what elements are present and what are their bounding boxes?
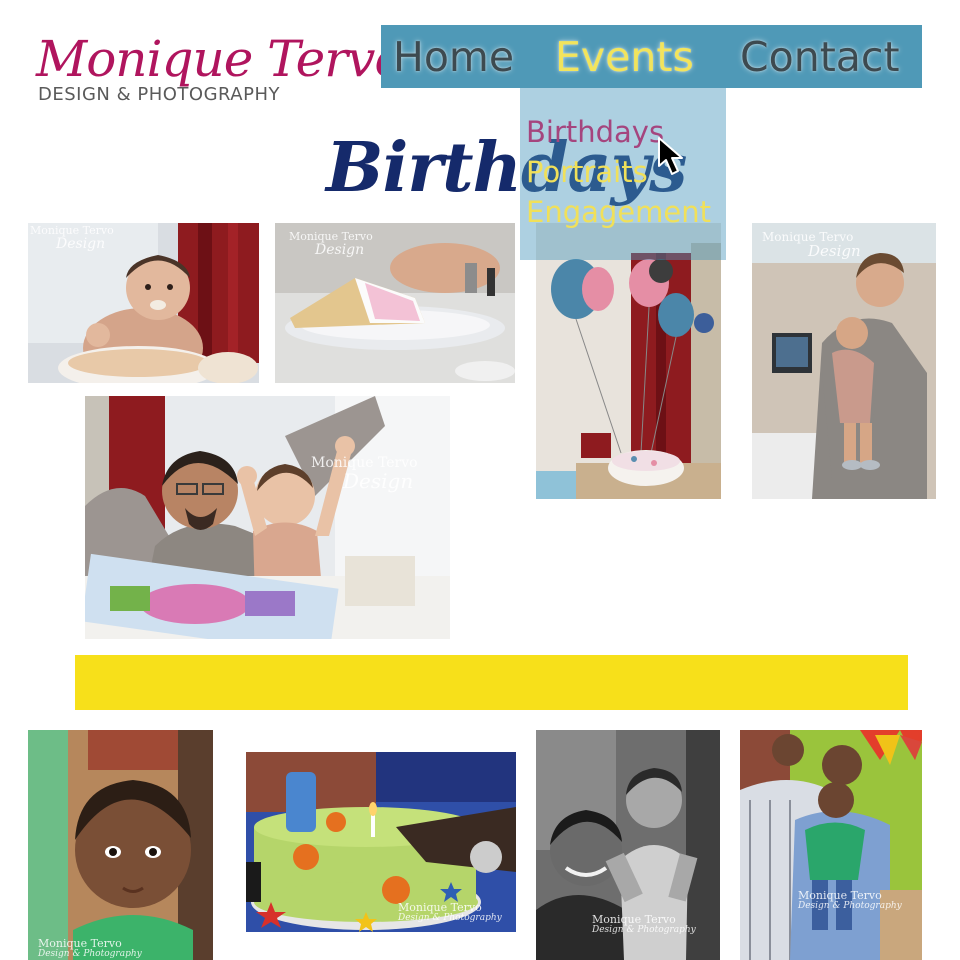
photo-man-and-girl-arms-up[interactable]: Monique Tervo Design (85, 396, 450, 639)
photo-balloons-cake-table[interactable] (536, 223, 721, 499)
photo-boy-portrait[interactable]: Monique Tervo Design & Photography (28, 730, 213, 960)
photo-watermark: Monique Tervo Design & Photography (798, 889, 902, 911)
photo-watermark: Monique Tervo Design (30, 224, 114, 252)
photo-dad-carrying-boy[interactable]: Monique Tervo Design & Photography (740, 730, 922, 960)
dropdown-item-birthdays[interactable]: Birthdays (526, 114, 664, 150)
photo-mother-and-boy-bw[interactable]: Monique Tervo Design & Photography (536, 730, 720, 960)
photo-watermark: Monique Tervo Design & Photography (592, 913, 696, 935)
dropdown-item-portraits[interactable]: Portraits (526, 154, 648, 190)
photo-girl-eating-cake[interactable]: Monique Tervo Design (28, 223, 259, 383)
yellow-banner (75, 655, 908, 710)
events-dropdown-menu: Birthdays Portraits Engagement (520, 88, 726, 260)
arrow-pointer-icon (656, 136, 692, 180)
logo-tagline: DESIGN & PHOTOGRAPHY (38, 84, 281, 105)
nav-contact[interactable]: Contact (740, 33, 900, 81)
logo-name: Monique Tervo (36, 30, 404, 88)
photo-dad-holding-girl[interactable]: Monique Tervo Design (752, 223, 936, 499)
photo-watermark: Monique Tervo Design (289, 230, 373, 258)
logo[interactable]: Monique Tervo DESIGN & PHOTOGRAPHY (36, 30, 404, 115)
photo-watermark: Monique Tervo Design & Photography (398, 901, 502, 923)
photo-watermark: Monique Tervo Design (762, 230, 861, 260)
dropdown-item-engagement[interactable]: Engagement (526, 194, 711, 230)
photo-watermark: Monique Tervo Design (311, 455, 418, 493)
main-nav: Home Events Contact (381, 25, 922, 88)
photo-cake-slice-hand[interactable]: Monique Tervo Design (275, 223, 515, 383)
photo-sports-cake[interactable]: Monique Tervo Design & Photography (246, 752, 516, 932)
nav-home[interactable]: Home (393, 33, 514, 81)
photo-watermark: Monique Tervo Design & Photography (38, 937, 142, 959)
nav-events[interactable]: Events (555, 33, 694, 81)
